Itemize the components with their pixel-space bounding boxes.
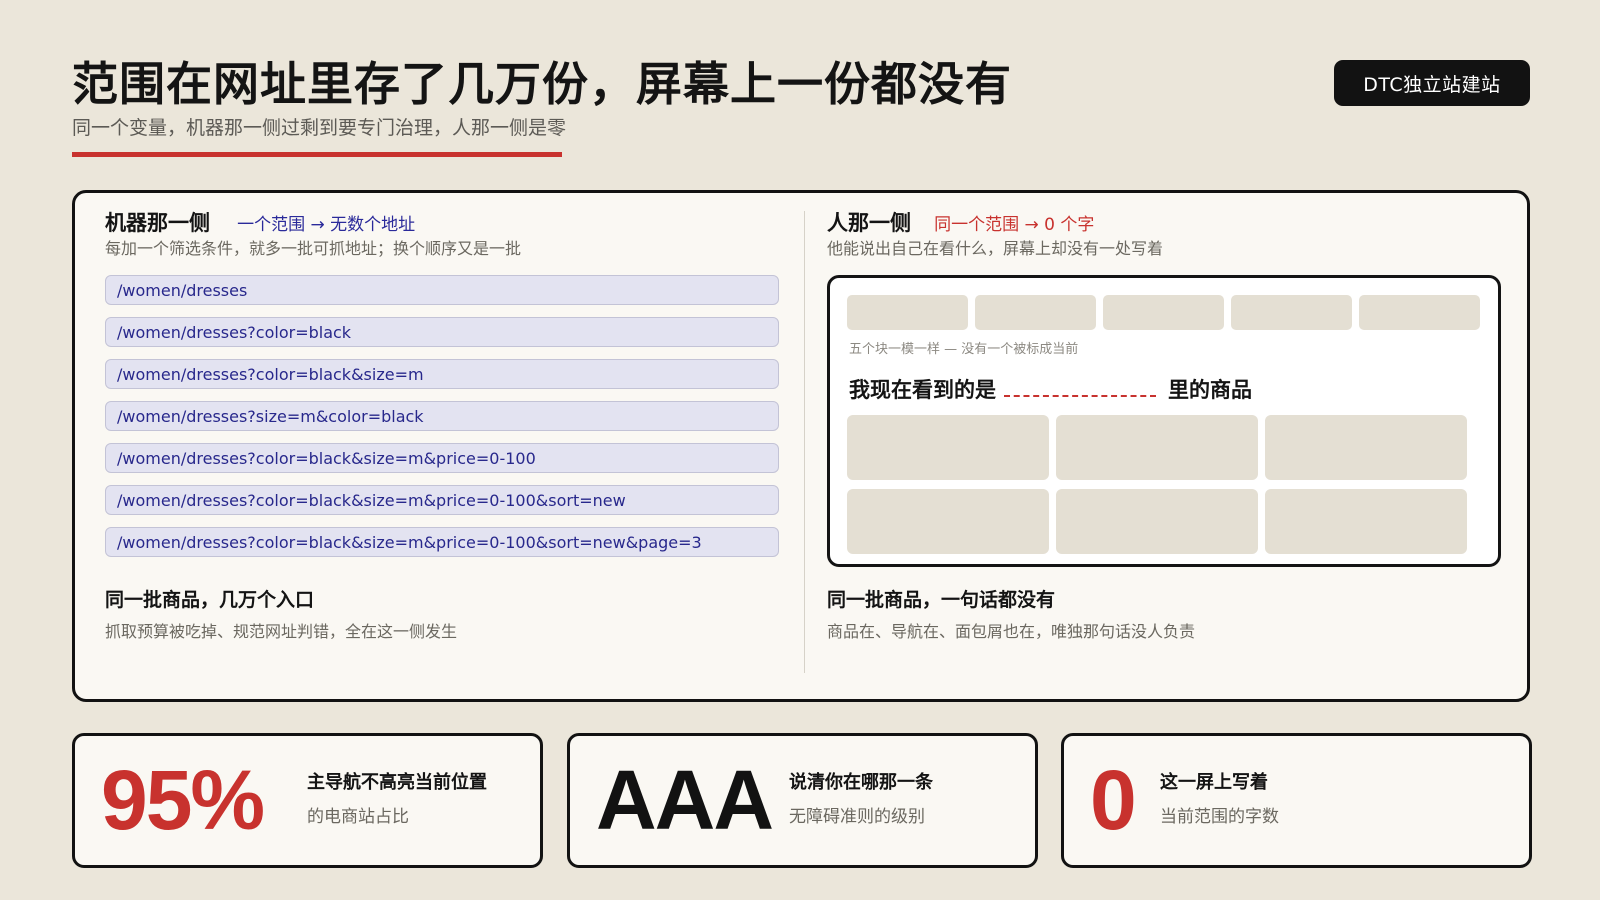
url-item: /women/dresses?color=black	[105, 317, 779, 347]
mock-product-card	[847, 489, 1049, 554]
mock-product-card	[1265, 415, 1467, 480]
stat-title: 这一屏上写着	[1160, 772, 1268, 793]
url-item: /women/dresses?color=black&size=m&price=…	[105, 527, 779, 557]
mock-nav-tab	[847, 295, 968, 330]
stat-value: 95%	[101, 753, 265, 847]
category-badge: DTC独立站建站	[1334, 60, 1530, 106]
machine-side-tag: 一个范围 → 无数个地址	[237, 215, 416, 235]
mock-nav-tab	[1359, 295, 1480, 330]
mock-nav-tab	[1103, 295, 1224, 330]
url-item: /women/dresses?color=black&size=m&price=…	[105, 485, 779, 515]
human-side-tag: 同一个范围 → 0 个字	[934, 215, 1095, 235]
url-item: /women/dresses	[105, 275, 779, 305]
page-title: 范围在网址里存了几万份，屏幕上一份都没有	[72, 57, 1012, 111]
mock-question: 我现在看到的是 里的商品	[849, 374, 1252, 404]
stat-card: 0 这一屏上写着 当前范围的字数	[1061, 733, 1532, 868]
mock-product-card	[1056, 415, 1258, 480]
stat-desc: 的电商站占比	[307, 807, 409, 827]
machine-side-foot-title: 同一批商品，几万个入口	[105, 589, 315, 611]
page-subtitle: 同一个变量，机器那一侧过剩到要专门治理，人那一侧是零	[72, 117, 567, 139]
url-item: /women/dresses?size=m&color=black	[105, 401, 779, 431]
human-side-foot-desc: 商品在、导航在、面包屑也在，唯独那句话没人负责	[827, 622, 1196, 641]
human-side-desc: 他能说出自己在看什么，屏幕上却没有一处写着	[827, 239, 1164, 258]
mock-question-blank	[1004, 375, 1156, 397]
mock-caption: 五个块一模一样 — 没有一个被标成当前	[849, 342, 1079, 357]
stat-card: AAA 说清你在哪那一条 无障碍准则的级别	[567, 733, 1038, 868]
column-divider	[804, 211, 805, 673]
machine-side-foot-desc: 抓取预算被吃掉、规范网址判错，全在这一侧发生	[105, 622, 458, 641]
human-side-lead: 人那一侧	[827, 211, 911, 235]
mock-product-card	[1265, 489, 1467, 554]
mock-product-card	[1056, 489, 1258, 554]
stat-value: AAA	[596, 753, 774, 847]
machine-side-lead: 机器那一侧	[105, 211, 210, 235]
stat-title: 主导航不高亮当前位置	[307, 772, 487, 793]
url-item: /women/dresses?color=black&size=m	[105, 359, 779, 389]
stat-desc: 无障碍准则的级别	[789, 807, 925, 827]
machine-side-heading: 机器那一侧 一个范围 → 无数个地址	[105, 207, 415, 237]
title-underline	[72, 152, 562, 157]
human-side-foot-title: 同一批商品，一句话都没有	[827, 589, 1056, 611]
machine-side-desc: 每加一个筛选条件，就多一批可抓地址；换个顺序又是一批	[105, 239, 522, 258]
page-mockup: 五个块一模一样 — 没有一个被标成当前 我现在看到的是 里的商品	[827, 275, 1501, 567]
human-side-heading: 人那一侧 同一个范围 → 0 个字	[827, 207, 1094, 237]
stat-desc: 当前范围的字数	[1160, 807, 1279, 827]
mock-question-after: 里的商品	[1168, 378, 1252, 402]
stat-value: 0	[1090, 753, 1137, 847]
mock-product-card	[847, 415, 1049, 480]
comparison-card: 机器那一侧 一个范围 → 无数个地址 每加一个筛选条件，就多一批可抓地址；换个顺…	[72, 190, 1530, 702]
mock-nav-tabs	[847, 295, 1480, 330]
url-item: /women/dresses?color=black&size=m&price=…	[105, 443, 779, 473]
url-list: /women/dresses /women/dresses?color=blac…	[105, 275, 779, 569]
stat-title: 说清你在哪那一条	[789, 772, 933, 793]
mock-nav-tab	[975, 295, 1096, 330]
mock-product-grid	[847, 415, 1467, 554]
mock-nav-tab	[1231, 295, 1352, 330]
mock-question-before: 我现在看到的是	[849, 378, 996, 402]
stat-card: 95% 主导航不高亮当前位置 的电商站占比	[72, 733, 543, 868]
